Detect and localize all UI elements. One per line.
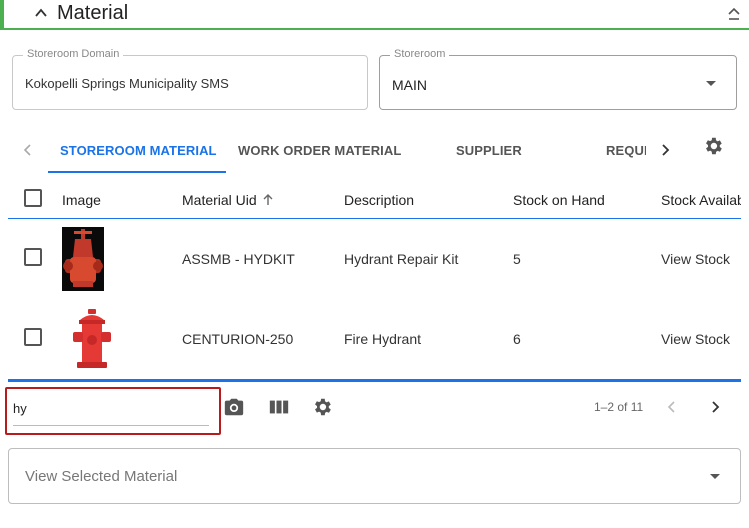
chevron-up-icon[interactable]	[34, 6, 48, 20]
tab-storeroom-material[interactable]: STOREROOM MATERIAL	[60, 143, 217, 158]
view-stock-link[interactable]: View Stock	[661, 251, 730, 267]
collapse-icon[interactable]	[727, 6, 741, 22]
table-row[interactable]: ASSMB - HYDKIT Hydrant Repair Kit 5 View…	[8, 220, 741, 300]
row-checkbox[interactable]	[24, 248, 42, 266]
column-image: Image	[62, 192, 101, 208]
material-tabs: STOREROOM MATERIAL WORK ORDER MATERIAL S…	[0, 128, 749, 174]
chevron-right-icon[interactable]	[707, 398, 723, 416]
tab-requisition[interactable]: REQUI	[606, 143, 646, 158]
view-stock-link[interactable]: View Stock	[661, 331, 730, 347]
grid-search-input[interactable]	[13, 397, 209, 419]
tab-supplier[interactable]: SUPPLIER	[456, 143, 522, 158]
view-selected-material-placeholder: View Selected Material	[25, 468, 178, 485]
description-cell: Fire Hydrant	[344, 331, 422, 347]
table-row[interactable]: CENTURION-250 Fire Hydrant 6 View Stock	[8, 300, 741, 380]
section-title: Material	[57, 2, 129, 24]
chevron-left-icon[interactable]	[20, 142, 36, 158]
storeroom-select[interactable]: Storeroom MAIN	[379, 48, 737, 110]
sort-up-icon[interactable]	[261, 193, 275, 207]
row-checkbox[interactable]	[24, 328, 42, 346]
storeroom-domain-value: Kokopelli Springs Municipality SMS	[25, 76, 229, 91]
dropdown-caret-icon[interactable]	[706, 81, 716, 86]
column-material-uid-label: Material Uid	[182, 192, 257, 208]
column-stock-on-hand: Stock on Hand	[513, 192, 605, 208]
material-uid-cell: ASSMB - HYDKIT	[182, 251, 295, 267]
column-material-uid[interactable]: Material Uid	[182, 192, 275, 208]
storeroom-domain-label: Storeroom Domain	[23, 48, 124, 60]
column-description: Description	[344, 192, 415, 208]
fire-hydrant-image	[73, 309, 111, 368]
gear-icon[interactable]	[311, 396, 333, 418]
grid-bottom-border	[8, 379, 741, 382]
search-underline	[13, 425, 209, 426]
pagination-text: 1–2 of 11	[594, 400, 644, 414]
storeroom-label: Storeroom	[390, 48, 450, 60]
section-header[interactable]: Material	[0, 0, 749, 30]
gear-icon[interactable]	[702, 135, 724, 157]
camera-icon[interactable]	[223, 396, 245, 418]
grid-search-box[interactable]	[5, 387, 221, 435]
chevron-right-icon[interactable]	[657, 142, 673, 158]
select-all-checkbox[interactable]	[24, 189, 42, 207]
view-selected-material-select[interactable]: View Selected Material	[8, 448, 741, 504]
storeroom-domain-field[interactable]: Storeroom Domain Kokopelli Springs Munic…	[12, 48, 368, 110]
grid-header: Image Material Uid Description Stock on …	[8, 178, 741, 219]
column-stock-available: Stock Availab	[661, 192, 741, 208]
stock-on-hand-cell: 5	[513, 251, 521, 267]
chevron-left-icon[interactable]	[664, 398, 680, 416]
column-stock-available-clip: Stock Availab	[661, 192, 741, 210]
active-tab-indicator	[48, 171, 226, 173]
gate-valve-image	[62, 227, 104, 291]
tab-work-order-material[interactable]: WORK ORDER MATERIAL	[238, 143, 401, 158]
description-cell: Hydrant Repair Kit	[344, 251, 459, 267]
dropdown-caret-icon[interactable]	[710, 474, 720, 479]
columns-icon[interactable]	[268, 396, 290, 418]
tab-requisition-clip: REQUI	[606, 143, 646, 161]
storeroom-value: MAIN	[392, 77, 427, 93]
stock-on-hand-cell: 6	[513, 331, 521, 347]
material-uid-cell: CENTURION-250	[182, 331, 294, 347]
